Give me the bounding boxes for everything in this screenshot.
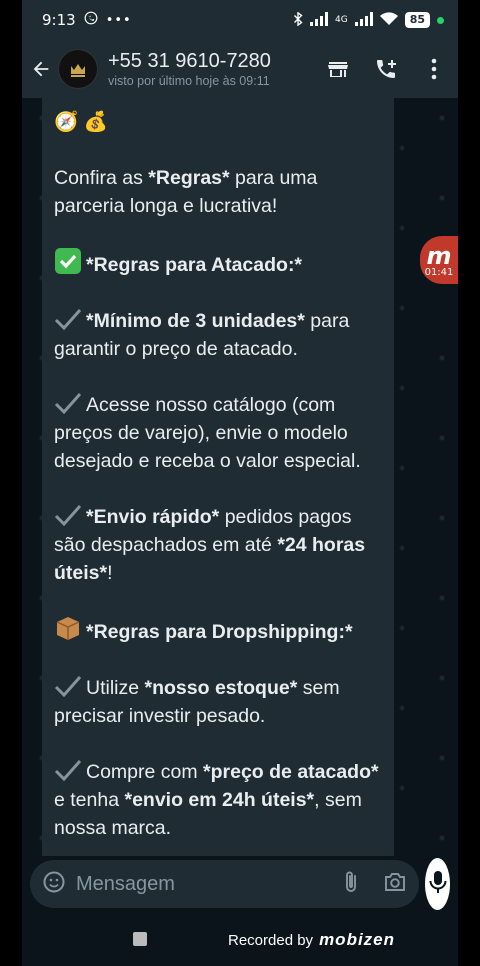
watermark-brand: mobizen <box>319 930 396 949</box>
text-part: e tenha <box>54 789 125 811</box>
phone-screen: 9:13 ••• 4G 85 +55 31 9610-7280 visto po… <box>22 0 458 966</box>
back-arrow-icon[interactable] <box>28 56 54 82</box>
para-estoque: Utilize *nosso estoque* sem precisar inv… <box>54 674 382 730</box>
para-dropship-title: *Regras para Dropshipping:* <box>54 615 382 646</box>
camera-icon[interactable] <box>383 871 407 897</box>
status-time: 9:13 <box>42 11 76 29</box>
wifi-icon <box>379 11 398 29</box>
para-minimo: *Mínimo de 3 unidades* para garantir o p… <box>54 307 382 363</box>
check-box-icon <box>54 248 82 274</box>
text-part-bold: *Regras para Dropshipping:* <box>86 621 353 643</box>
more-notifications-icon: ••• <box>105 12 132 28</box>
check-mark-icon <box>54 504 82 527</box>
text-part-bold: *Mínimo de 3 unidades* <box>86 310 305 332</box>
mic-button[interactable] <box>425 858 450 910</box>
bluetooth-icon <box>293 10 303 29</box>
para-catalogo: Acesse nosso catálogo (com preços de var… <box>54 391 382 475</box>
top-emojis: 🧭 💰 <box>54 111 108 133</box>
text-part: Confira as <box>54 167 149 189</box>
green-dot-icon <box>437 16 444 24</box>
text-part-bold: *Envio rápido* <box>86 506 220 528</box>
signal-icon <box>309 11 328 29</box>
text-part-bold: *nosso estoque* <box>144 677 298 699</box>
signal-icon-2 <box>354 11 373 29</box>
recorder-time: 01:41 <box>424 267 454 278</box>
check-mark-icon <box>54 759 82 782</box>
floating-recorder-chip[interactable]: m 01:41 <box>420 236 458 284</box>
para-atacado-title: *Regras para Atacado:* <box>54 248 382 279</box>
sticker-icon[interactable] <box>42 870 66 898</box>
message-input-bar <box>22 856 458 912</box>
recorder-logo: m <box>426 242 452 270</box>
text-part-bold: *envio em 24h úteis* <box>124 789 315 811</box>
chat-area[interactable]: 🧭 💰 Confira as *Regras* para uma parceri… <box>22 98 458 856</box>
battery-icon: 85 <box>404 12 430 28</box>
text-part: Utilize <box>86 677 145 699</box>
more-vertical-icon[interactable] <box>422 57 446 81</box>
whatsapp-icon <box>84 11 98 29</box>
text-part-bold: *Regras para Atacado:* <box>86 254 303 276</box>
status-bar: 9:13 ••• 4G 85 <box>22 0 458 40</box>
para-intro: Confira as *Regras* para uma parceria lo… <box>54 164 382 220</box>
check-mark-icon <box>54 675 82 698</box>
chat-header: +55 31 9610-7280 visto por último hoje à… <box>22 40 458 98</box>
message-bubble[interactable]: 🧭 💰 Confira as *Regras* para uma parceri… <box>42 98 394 856</box>
text-part-bold: *Regras* <box>148 167 230 189</box>
check-mark-icon <box>54 392 82 415</box>
text-part-bold: *preço de atacado* <box>203 761 379 783</box>
text-part: Acesse nosso catálogo (com preços de var… <box>54 394 361 472</box>
watermark-label: Recorded by <box>228 931 314 949</box>
text-part: Compre com <box>86 761 204 783</box>
check-mark-icon <box>54 308 82 331</box>
message-input[interactable] <box>76 872 341 896</box>
recording-watermark: Recorded by mobizen <box>228 930 395 950</box>
contact-info[interactable]: +55 31 9610-7280 visto por último hoje à… <box>108 50 271 88</box>
last-seen-status: visto por último hoje às 09:11 <box>108 74 270 88</box>
package-icon <box>54 615 82 640</box>
store-icon[interactable] <box>326 57 350 81</box>
para-preco: Compre com *preço de atacado* e tenha *e… <box>54 758 382 842</box>
system-nav-bar: Recorded by mobizen <box>22 912 458 966</box>
contact-name: +55 31 9610-7280 <box>108 50 271 72</box>
mic-icon <box>429 870 447 898</box>
network-type: 4G <box>334 15 348 25</box>
add-call-icon[interactable] <box>374 57 398 81</box>
recent-apps-icon[interactable] <box>133 932 147 946</box>
avatar[interactable] <box>58 49 98 89</box>
attach-icon[interactable] <box>341 870 361 898</box>
text-part: ! <box>107 562 113 584</box>
para-envio: *Envio rápido* pedidos pagos são despach… <box>54 503 382 587</box>
message-input-box <box>30 860 419 908</box>
